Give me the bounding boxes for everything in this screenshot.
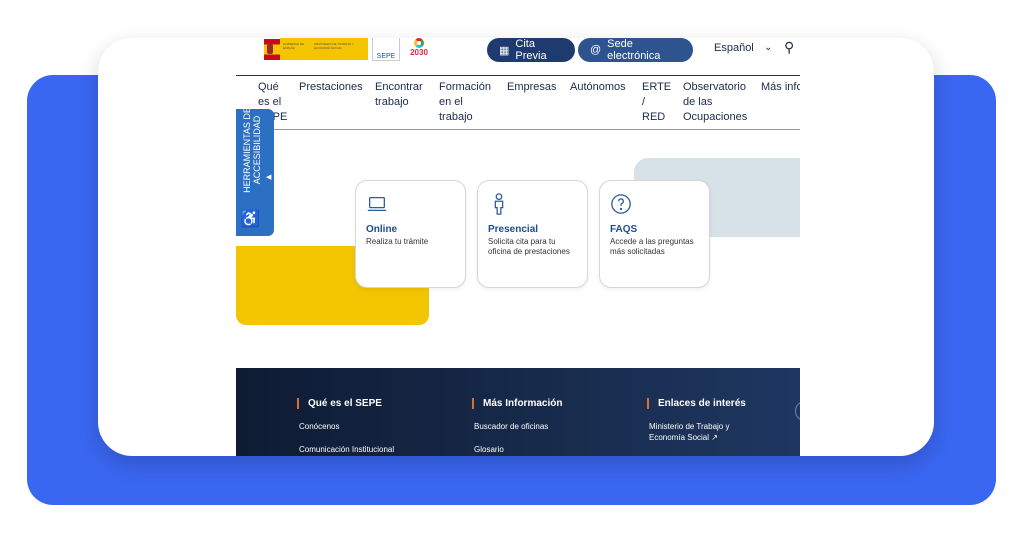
nav-item-empresas[interactable]: Empresas [507,80,557,95]
agenda-year: 2030 [410,48,428,57]
footer-link[interactable]: Buscador de oficinas [474,421,562,432]
nav-item-prestaciones[interactable]: Prestaciones [299,80,363,95]
spain-flag-icon [264,38,280,60]
footer-heading: Más Información [472,398,562,409]
caret-left-icon: ◀ [266,174,272,181]
footer-link[interactable]: Comunicación Institucional [299,444,394,455]
accessibility-tab[interactable]: HERRAMIENTAS DE ACCESIBILIDAD ◀ ♿ [236,107,274,236]
footer-col-enlaces: Enlaces de interés Ministerio de Trabajo… [647,398,759,443]
nav-item-encontrar-trabajo[interactable]: Encontrar trabajo [375,80,423,110]
logo-group[interactable]: GOBIERNO DE ESPAÑA MINISTERIO DE TRABAJO … [264,38,430,61]
accessibility-icon: ♿ [240,211,260,228]
sede-electronica-label: Sede electrónica [607,38,661,62]
footer-heading: Enlaces de interés [647,398,759,409]
search-icon[interactable]: ⚲ [784,39,794,56]
footer-link[interactable]: Glosario [474,444,562,455]
footer-col-que-es: Qué es el SEPE Conócenos Comunicación In… [297,398,394,455]
person-icon [494,193,504,215]
nav-item-erte[interactable]: ERTE / RED [642,80,671,125]
footer-link[interactable]: Ministerio de Trabajo y Economía Social … [649,421,759,443]
cita-previa-label: Cita Previa [515,38,547,62]
sepe-logo-text: SEPE [376,53,396,60]
footer-heading: Qué es el SEPE [297,398,394,409]
nav-item-autonomos[interactable]: Autónomos [570,80,626,95]
page-viewport: GOBIERNO DE ESPAÑA MINISTERIO DE TRABAJO … [236,38,800,456]
language-selector[interactable]: Español [714,42,754,54]
main-nav: Qué es el SEPE Prestaciones Encontrar tr… [236,75,800,130]
nav-item-mas-informacion[interactable]: Más información [761,80,800,95]
sede-electronica-button[interactable]: @ Sede electrónica [578,38,693,62]
question-icon [611,194,631,214]
service-card-faqs[interactable]: FAQS Accede a las preguntas más solicita… [599,180,710,288]
service-title: Presencial [488,224,539,235]
laptop-icon [367,196,387,212]
cita-previa-button[interactable]: ▦ Cita Previa [487,38,575,62]
site-footer: Qué es el SEPE Conócenos Comunicación In… [236,368,800,456]
service-desc: Accede a las preguntas más solicitadas [610,237,694,256]
chevron-down-icon[interactable]: ⌄ [764,42,772,53]
nav-item-observatorio[interactable]: Observatorio de las Ocupaciones [683,80,749,125]
service-title: Online [366,224,398,235]
scroll-circle-button[interactable] [795,401,800,421]
agenda-2030-logo: 2030 [408,38,430,60]
at-sign-icon: @ [590,44,602,56]
calendar-icon: ▦ [499,44,510,57]
service-card-online[interactable]: Online Realiza tu trámite [355,180,466,288]
service-desc: Realiza tu trámite [366,237,429,246]
footer-col-mas-info: Más Información Buscador de oficinas Glo… [472,398,562,455]
gobierno-logo: GOBIERNO DE ESPAÑA MINISTERIO DE TRABAJO … [280,38,368,60]
service-title: FAQS [610,224,638,235]
browser-card: GOBIERNO DE ESPAÑA MINISTERIO DE TRABAJO … [98,38,934,456]
service-desc: Solicita cita para tu oficina de prestac… [488,237,570,256]
sdg-wheel-icon [414,38,424,48]
sepe-logo[interactable]: SEPE [372,38,400,61]
nav-item-formacion[interactable]: Formación en el trabajo [439,80,491,125]
service-card-presencial[interactable]: Presencial Solicita cita para tu oficina… [477,180,588,288]
external-link-icon: ↗ [711,433,718,442]
footer-link[interactable]: Conócenos [299,421,394,432]
